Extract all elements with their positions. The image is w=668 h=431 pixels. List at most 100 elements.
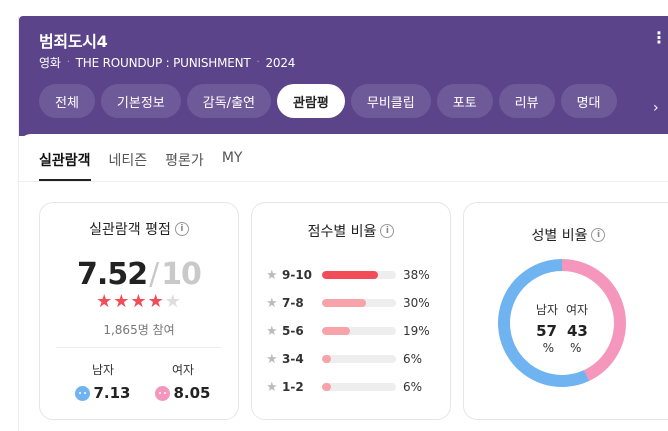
male-score-row: 7.13: [68, 384, 138, 402]
score-slash: /: [149, 257, 160, 292]
meta-type: 영화: [39, 56, 61, 70]
meta-english-title: THE ROUNDUP : PUNISHMENT: [75, 55, 251, 70]
movie-meta: 영화 · THE ROUNDUP : PUNISHMENT · 2024: [39, 54, 295, 71]
distribution-percent: 19%: [403, 324, 430, 338]
rating-score: 7.52/10: [40, 257, 238, 292]
distribution-bar-track: [322, 271, 396, 279]
distribution-bar-track: [322, 355, 396, 363]
tab-basic-info[interactable]: 기본정보: [100, 84, 181, 118]
distribution-bar-fill: [322, 271, 379, 279]
tab-all[interactable]: 전체: [39, 84, 95, 118]
donut-female-unit: %: [570, 341, 582, 355]
movie-panel: 범죄도시4 영화 · THE ROUNDUP : PUNISHMENT · 20…: [18, 16, 668, 431]
star-icon: ★: [147, 291, 165, 312]
participant-count: 1,865명 참여: [103, 323, 175, 337]
star-icon: ★: [266, 323, 278, 339]
tab-reviews-rating[interactable]: 관람평: [277, 84, 345, 118]
distribution-bar-track: [322, 383, 396, 391]
score-distribution-card: 점수별 비율 i ★ 9-10 38% ★ 7-8 30% ★ 5-6 19% ★ 3-4 6% ★ 1-…: [251, 202, 451, 420]
info-icon[interactable]: i: [380, 224, 395, 238]
distribution-bar-track: [322, 299, 396, 307]
star-icon: ★: [266, 295, 278, 311]
tab-movie-clips[interactable]: 무비클립: [350, 84, 431, 118]
info-icon[interactable]: i: [174, 222, 189, 236]
distribution-row: ★ 7-8 30%: [266, 289, 442, 317]
male-face-icon: [75, 385, 91, 401]
donut-female-label: 여자: [566, 303, 589, 317]
star-rating: ★★★★★: [40, 291, 238, 312]
tab-reviews[interactable]: 리뷰: [498, 84, 555, 118]
distribution-card-title-text: 점수별 비율: [307, 224, 377, 240]
score-max: 10: [161, 257, 202, 292]
chevron-right-icon[interactable]: ›: [653, 100, 659, 116]
gender-ratio-card: 성별 비율 i 남자 여자 57 43 % %: [463, 202, 668, 420]
more-options-icon[interactable]: ⋮: [651, 30, 667, 46]
subtab-critic[interactable]: 평론가: [165, 150, 204, 181]
star-icon: ★: [164, 291, 182, 312]
distribution-row: ★ 9-10 38%: [266, 261, 442, 289]
subtab-netizen[interactable]: 네티즌: [109, 150, 148, 181]
subtab-audience[interactable]: 실관람객: [39, 150, 91, 181]
male-score: 남자 7.13: [68, 361, 138, 402]
meta-separator: ·: [66, 57, 70, 68]
rating-card-title-text: 실관람객 평점: [89, 222, 171, 238]
female-score: 여자 8.05: [148, 361, 218, 402]
donut-male-label: 남자: [535, 303, 558, 317]
subtab-bar: 실관람객 네티즌 평론가 MY: [39, 150, 242, 181]
female-label: 여자: [171, 363, 195, 377]
subtab-my[interactable]: MY: [222, 150, 243, 181]
female-face-icon: [155, 385, 171, 401]
distribution-bar-track: [322, 327, 396, 335]
star-icon: ★: [266, 351, 278, 367]
donut-unit-row: % %: [496, 341, 628, 355]
donut-value-row: 57 43: [496, 322, 628, 340]
star-icon: ★: [266, 267, 278, 283]
male-label: 남자: [91, 363, 115, 377]
distribution-percent: 6%: [403, 352, 423, 366]
score-range: 5-6: [282, 324, 304, 338]
gender-card-title: 성별 비율 i: [464, 225, 668, 245]
distribution-percent: 30%: [403, 296, 430, 310]
donut-male-percent: 57: [536, 322, 557, 340]
donut-labels: 남자 여자 57 43 % %: [496, 301, 628, 355]
distribution-list: ★ 9-10 38% ★ 7-8 30% ★ 5-6 19% ★ 3-4 6% ★ 1-2 6%: [266, 261, 442, 401]
female-score-value: 8.05: [173, 384, 211, 402]
distribution-row: ★ 3-4 6%: [266, 345, 442, 373]
gender-card-title-text: 성별 비율: [531, 228, 588, 244]
donut-label-row: 남자 여자: [496, 301, 628, 318]
star-icon: ★: [113, 291, 131, 312]
star-icon: ★: [96, 291, 114, 312]
distribution-percent: 6%: [403, 380, 423, 394]
tab-cast[interactable]: 감독/출연: [186, 84, 271, 118]
distribution-card-title: 점수별 비율 i: [252, 221, 450, 241]
movie-header: 범죄도시4 영화 · THE ROUNDUP : PUNISHMENT · 20…: [19, 16, 668, 136]
subtab-divider: [19, 181, 668, 182]
star-icon: ★: [130, 291, 148, 312]
donut-female-percent: 43: [567, 322, 588, 340]
score-range: 3-4: [282, 352, 304, 366]
distribution-bar-fill: [322, 383, 331, 391]
meta-separator: ·: [256, 57, 260, 68]
score-value: 7.52: [77, 257, 148, 292]
card-divider: [56, 347, 222, 348]
male-score-value: 7.13: [93, 384, 131, 402]
score-range: 9-10: [282, 268, 313, 282]
score-range: 1-2: [282, 380, 304, 394]
tab-bar: 전체 기본정보 감독/출연 관람평 무비클립 포토 리뷰 명대: [39, 84, 617, 118]
star-icon: ★: [266, 379, 278, 395]
rating-card-title: 실관람객 평점 i: [40, 219, 238, 239]
distribution-row: ★ 5-6 19%: [266, 317, 442, 345]
distribution-percent: 38%: [403, 268, 430, 282]
tab-photos[interactable]: 포토: [436, 84, 493, 118]
info-icon[interactable]: i: [591, 228, 606, 242]
score-range: 7-8: [282, 296, 304, 310]
distribution-bar-fill: [322, 299, 367, 307]
audience-rating-card: 실관람객 평점 i 7.52/10 ★★★★★ 1,865명 참여 남자 7.1…: [39, 202, 239, 420]
distribution-bar-fill: [322, 355, 331, 363]
female-score-row: 8.05: [148, 384, 218, 402]
movie-title: 범죄도시4: [39, 32, 108, 51]
donut-male-unit: %: [542, 341, 554, 355]
tab-quotes[interactable]: 명대: [560, 84, 617, 118]
meta-year: 2024: [265, 55, 296, 70]
reviews-content: 실관람객 네티즌 평론가 MY 실관람객 평점 i 7.52/10 ★★★★★ …: [19, 134, 668, 431]
